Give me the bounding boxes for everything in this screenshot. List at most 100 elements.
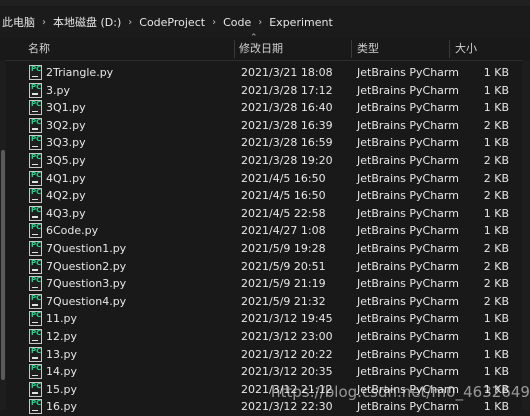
file-date: 2021/4/27 1:08 xyxy=(241,224,326,238)
file-size: 2 KB xyxy=(483,118,509,132)
file-date: 2021/4/5 22:58 xyxy=(241,206,326,220)
file-row[interactable]: PC 3.py 2021/3/28 17:12 JetBrains PyCharm 1 … xyxy=(0,82,520,100)
file-row[interactable]: PC 3Q2.py 2021/3/28 16:39 JetBrains PyCharm… xyxy=(0,117,520,135)
file-name: 7Question1.py xyxy=(46,242,127,255)
file-row[interactable]: PC 3Q3.py 2021/3/28 16:59 JetBrains PyCharm… xyxy=(0,134,520,152)
file-row[interactable]: PC 7Question1.py 2021/5/9 19:28 JetBrains P… xyxy=(0,240,520,258)
file-type: JetBrains PyCharm xyxy=(357,206,459,220)
file-row[interactable]: PC 7Question4.py 2021/5/9 21:32 JetBrains P… xyxy=(0,293,520,311)
file-type: JetBrains PyCharm xyxy=(357,400,459,414)
file-type: JetBrains PyCharm xyxy=(357,136,459,150)
file-row[interactable]: PC 14.py 2021/3/12 20:35 JetBrains PyCharm 1… xyxy=(0,363,520,381)
file-size: 2 KB xyxy=(483,154,509,167)
file-type: JetBrains PyCharm xyxy=(357,259,459,273)
breadcrumb-item[interactable]: CodeProject xyxy=(133,16,211,29)
breadcrumb: 此电脑 › 本地磁盘 (D:) › CodeProject › Code › Experimen… xyxy=(0,7,530,37)
sort-arrow-icon: ⌃ xyxy=(250,33,258,43)
file-date: 2021/3/12 20:35 xyxy=(241,365,333,379)
file-name: 6Code.py xyxy=(46,224,99,238)
file-name: 2Triangle.py xyxy=(46,66,114,79)
file-type: JetBrains PyCharm xyxy=(357,242,459,255)
column-divider[interactable] xyxy=(449,40,450,58)
file-row[interactable]: PC 16.py 2021/3/12 22:30 JetBrains PyCharm 1… xyxy=(0,398,520,416)
file-size: 2 KB xyxy=(483,294,509,308)
file-date: 2021/4/5 16:50 xyxy=(241,189,326,203)
file-row[interactable]: PC 6Code.py 2021/4/27 1:08 JetBrains PyChar… xyxy=(0,222,520,240)
file-size: 1 KB xyxy=(483,206,509,220)
file-name: 3Q1.py xyxy=(46,101,86,115)
column-header-size[interactable]: 大小 xyxy=(455,38,477,60)
column-header-date[interactable]: 修改日期 xyxy=(239,38,283,60)
file-date: 2021/3/28 17:12 xyxy=(241,83,333,97)
breadcrumb-item[interactable]: Experiment xyxy=(263,16,339,29)
file-date: 2021/5/9 21:19 xyxy=(241,277,326,291)
file-type: JetBrains PyCharm xyxy=(357,171,459,185)
file-row[interactable]: PC 4Q2.py 2021/4/5 16:50 JetBrains PyCharm 2… xyxy=(0,187,520,205)
file-size: 2 KB xyxy=(483,259,509,273)
breadcrumb-item[interactable]: 本地磁盘 (D:) xyxy=(47,14,127,30)
file-size: 1 KB xyxy=(483,66,509,79)
file-size: 1 KB xyxy=(483,365,509,379)
file-row[interactable]: PC 11.py 2021/3/12 19:45 JetBrains PyCharm 1… xyxy=(0,310,520,328)
file-type: JetBrains PyCharm xyxy=(357,101,459,115)
file-row[interactable]: PC 3Q5.py 2021/3/28 19:20 JetBrains PyCharm… xyxy=(0,152,520,170)
file-type: JetBrains PyCharm xyxy=(357,365,459,379)
watermark: https://blog.csdn.net/m0_46326495 xyxy=(271,383,530,401)
column-divider[interactable] xyxy=(351,40,352,58)
breadcrumb-item[interactable]: 此电脑 xyxy=(0,14,41,30)
column-header-row: 名称 修改日期 类型 大小 xyxy=(0,38,530,61)
file-name: 7Question2.py xyxy=(46,259,127,273)
file-date: 2021/3/21 18:08 xyxy=(241,66,333,79)
file-date: 2021/5/9 20:51 xyxy=(241,259,326,273)
file-size: 2 KB xyxy=(483,171,509,185)
file-date: 2021/3/28 16:39 xyxy=(241,118,333,132)
file-row[interactable]: PC 3Q1.py 2021/3/28 16:40 JetBrains PyCharm… xyxy=(0,99,520,117)
file-row[interactable]: PC 4Q1.py 2021/4/5 16:50 JetBrains PyCharm 2… xyxy=(0,170,520,188)
file-row[interactable]: PC 13.py 2021/3/12 20:22 JetBrains PyCharm 1… xyxy=(0,346,520,364)
file-row[interactable]: PC 12.py 2021/3/12 23:00 JetBrains PyCharm 1… xyxy=(0,328,520,346)
file-type: JetBrains PyCharm xyxy=(357,347,459,361)
file-name: 7Question3.py xyxy=(46,277,127,291)
file-date: 2021/5/9 19:28 xyxy=(241,242,326,255)
file-name: 3.py xyxy=(46,83,70,97)
file-name: 3Q3.py xyxy=(46,136,86,150)
file-date: 2021/3/12 20:22 xyxy=(241,347,333,361)
file-size: 1 KB xyxy=(483,136,509,150)
right-scrollbar[interactable] xyxy=(522,60,530,410)
file-type: JetBrains PyCharm xyxy=(357,294,459,308)
file-size: 1 KB xyxy=(483,101,509,115)
file-row[interactable]: PC 4Q3.py 2021/4/5 22:58 JetBrains PyCharm 1… xyxy=(0,205,520,223)
file-date: 2021/3/12 19:45 xyxy=(241,312,333,326)
file-name: 12.py xyxy=(46,330,77,343)
file-name: 4Q1.py xyxy=(46,171,86,185)
file-row[interactable]: PC 7Question3.py 2021/5/9 21:19 JetBrains P… xyxy=(0,275,520,293)
file-name: 4Q2.py xyxy=(46,189,86,203)
file-type: JetBrains PyCharm xyxy=(357,277,459,291)
breadcrumb-item[interactable]: Code xyxy=(217,16,257,29)
file-type: JetBrains PyCharm xyxy=(357,224,459,238)
file-name: 13.py xyxy=(46,347,77,361)
file-type: JetBrains PyCharm xyxy=(357,83,459,97)
file-row[interactable]: PC 7Question2.py 2021/5/9 20:51 JetBrains P… xyxy=(0,258,520,276)
file-name: 11.py xyxy=(46,312,77,326)
column-header-name[interactable]: 名称 xyxy=(28,38,50,60)
file-size: 2 KB xyxy=(483,277,509,291)
file-name: 15.py xyxy=(46,382,77,396)
file-name: 3Q5.py xyxy=(46,154,86,167)
file-date: 2021/3/28 19:20 xyxy=(241,154,333,167)
file-type: JetBrains PyCharm xyxy=(357,118,459,132)
file-name: 7Question4.py xyxy=(46,294,127,308)
column-divider[interactable] xyxy=(234,40,235,58)
file-size: 2 KB xyxy=(483,242,509,255)
file-row[interactable]: PC 2Triangle.py 2021/3/21 18:08 JetBrains P… xyxy=(0,64,520,82)
file-name: 14.py xyxy=(46,365,77,379)
file-size: 1 KB xyxy=(483,83,509,97)
top-strip xyxy=(0,0,530,6)
file-date: 2021/3/28 16:59 xyxy=(241,136,333,150)
file-size: 1 KB xyxy=(483,312,509,326)
file-size: 2 KB xyxy=(483,189,509,203)
file-size: 1 KB xyxy=(483,347,509,361)
file-type: JetBrains PyCharm xyxy=(357,154,459,167)
file-type: JetBrains PyCharm xyxy=(357,66,459,79)
column-header-type[interactable]: 类型 xyxy=(357,38,379,60)
